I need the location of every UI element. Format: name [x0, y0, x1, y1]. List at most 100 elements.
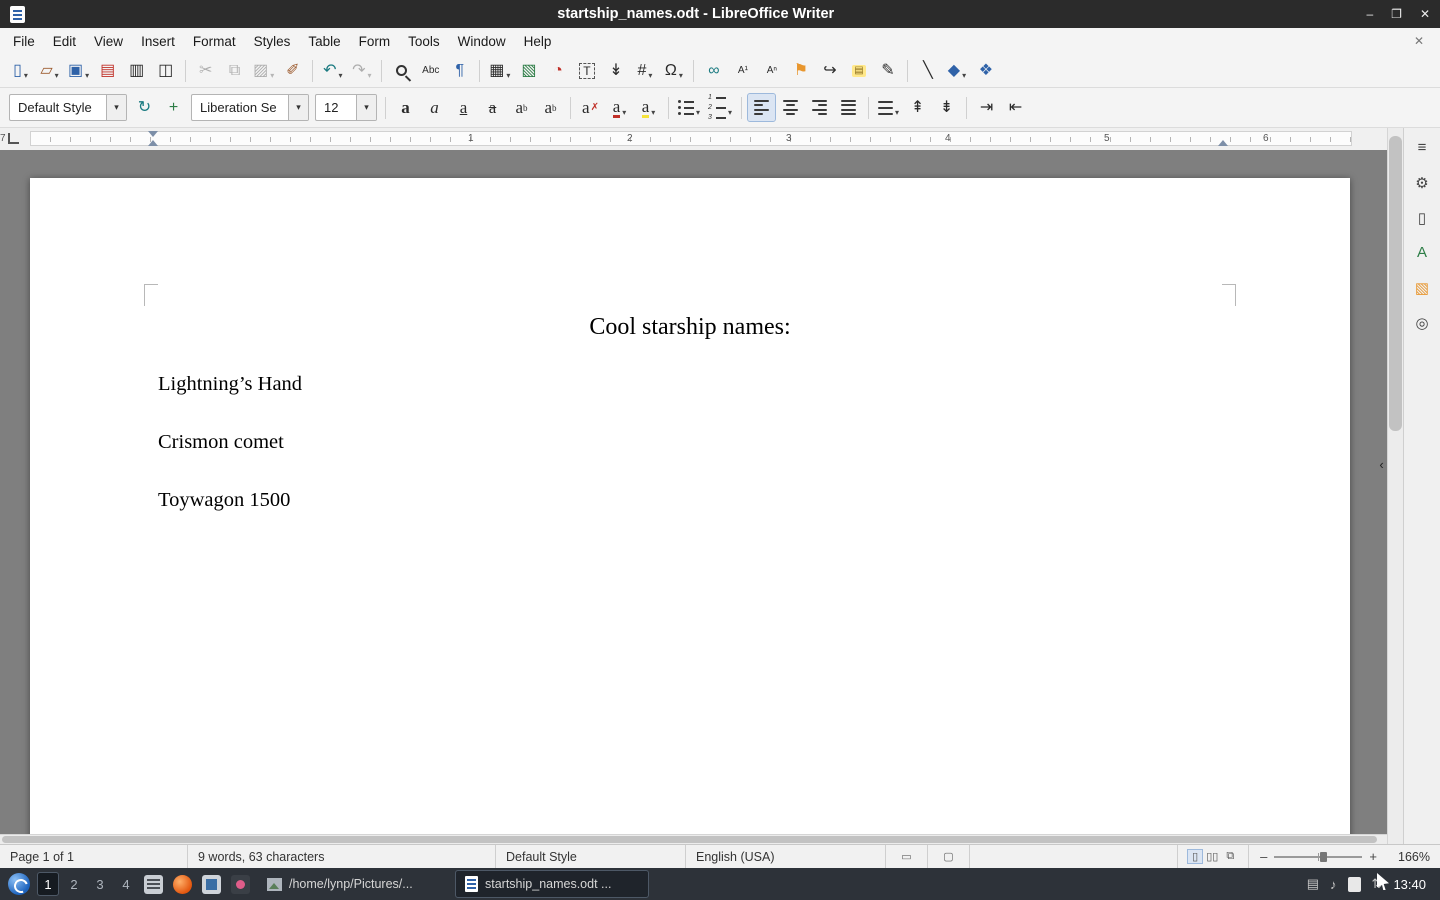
insert-cross-reference-button[interactable]: ↪	[816, 57, 843, 84]
chevron-down-icon[interactable]: ▾	[106, 95, 126, 120]
document-heading[interactable]: Cool starship names:	[158, 314, 1222, 341]
restore-button[interactable]: ❐	[1391, 7, 1402, 21]
document-page[interactable]: Cool starship names: Lightning’s Hand Cr…	[30, 178, 1350, 834]
workspace-3-button[interactable]: 3	[90, 873, 110, 895]
insert-endnote-button[interactable]: Aⁿ	[758, 57, 785, 84]
spelling-button[interactable]: Abc	[417, 57, 444, 84]
cut-button[interactable]: ✂	[192, 57, 219, 84]
status-word-count[interactable]: 9 words, 63 characters	[188, 845, 496, 868]
find-replace-button[interactable]	[388, 57, 415, 84]
menu-table[interactable]: Table	[299, 30, 349, 53]
zoom-slider-thumb[interactable]	[1320, 852, 1327, 862]
page-break-button[interactable]: ↡	[602, 57, 629, 84]
insert-hyperlink-button[interactable]: ∞	[700, 57, 727, 84]
clone-formatting-button[interactable]: ✐	[279, 57, 306, 84]
align-center-button[interactable]	[777, 94, 804, 121]
document-paragraph[interactable]: Lightning’s Hand	[158, 373, 1222, 396]
bold-button[interactable]: a	[392, 94, 419, 121]
insert-bookmark-button[interactable]: ⚑	[787, 57, 814, 84]
font-size-select[interactable]: 12 ▾	[315, 94, 377, 121]
zoom-in-button[interactable]: +	[1366, 849, 1380, 864]
vertical-scrollbar-thumb[interactable]	[1389, 136, 1402, 431]
export-pdf-button[interactable]: ▤	[94, 57, 121, 84]
font-color-button[interactable]: a▾	[606, 94, 633, 121]
formatting-marks-button[interactable]: ¶	[446, 57, 473, 84]
ruler-bar[interactable]	[30, 131, 1352, 146]
insert-table-button[interactable]: ▦▾	[486, 57, 513, 84]
new-document-button[interactable]: ▯▾	[7, 57, 34, 84]
volume-tray-icon[interactable]: ♪	[1330, 877, 1337, 892]
numbered-list-button[interactable]: ▾	[705, 94, 735, 121]
paste-button[interactable]: ▨▾	[250, 57, 277, 84]
align-justify-button[interactable]	[835, 94, 862, 121]
document-content[interactable]: Cool starship names: Lightning’s Hand Cr…	[30, 178, 1350, 512]
workspace-2-button[interactable]: 2	[64, 873, 84, 895]
clipboard-tray-icon[interactable]	[1348, 877, 1361, 892]
insert-comment-button[interactable]: ▤	[845, 57, 872, 84]
strikethrough-button[interactable]: a	[479, 94, 506, 121]
menu-styles[interactable]: Styles	[245, 30, 300, 53]
menu-edit[interactable]: Edit	[44, 30, 85, 53]
single-page-view-icon[interactable]: ▯	[1188, 850, 1202, 863]
notes-tray-icon[interactable]: ▤	[1307, 876, 1319, 892]
file-manager-launcher-icon[interactable]	[202, 875, 221, 894]
increase-indent-button[interactable]: ⇥	[973, 94, 1000, 121]
menu-window[interactable]: Window	[449, 30, 515, 53]
insert-chart-button[interactable]: ◔	[544, 57, 571, 84]
screenshot-launcher-icon[interactable]	[231, 875, 250, 894]
copy-button[interactable]: ⧉	[221, 57, 248, 84]
save-button[interactable]: ▣▾	[65, 57, 92, 84]
print-preview-button[interactable]: ◫	[152, 57, 179, 84]
sidebar-page-button[interactable]: ▯	[1408, 204, 1436, 231]
sidebar-gallery-button[interactable]: ▧	[1408, 274, 1436, 301]
right-indent-marker[interactable]	[1218, 140, 1228, 146]
zoom-out-button[interactable]: –	[1257, 849, 1270, 864]
vertical-scrollbar[interactable]	[1387, 128, 1403, 844]
insert-footnote-button[interactable]: A¹	[729, 57, 756, 84]
app-menu-icon[interactable]	[8, 873, 30, 895]
clear-formatting-button[interactable]: a✗	[577, 94, 604, 121]
chevron-down-icon[interactable]: ▾	[288, 95, 308, 120]
status-page-number[interactable]: Page 1 of 1	[0, 845, 188, 868]
highlight-color-button[interactable]: a▾	[635, 94, 662, 121]
close-button[interactable]: ✕	[1420, 7, 1430, 21]
terminal-launcher-icon[interactable]	[144, 875, 163, 894]
document-paragraph[interactable]: Crismon comet	[158, 431, 1222, 454]
update-style-button[interactable]: ↻	[131, 94, 158, 121]
horizontal-scrollbar-thumb[interactable]	[2, 836, 1377, 843]
superscript-button[interactable]: ab	[508, 94, 535, 121]
firefox-launcher-icon[interactable]	[173, 875, 192, 894]
sidebar-settings-button[interactable]: ≡	[1408, 134, 1436, 161]
taskbar-window-pictures[interactable]: /home/lynp/Pictures/...	[258, 871, 450, 897]
document-paragraph[interactable]: Toywagon 1500	[158, 489, 1222, 512]
taskbar-window-writer[interactable]: startship_names.odt ...	[456, 871, 648, 897]
subscript-button[interactable]: ab	[537, 94, 564, 121]
italic-button[interactable]: a	[421, 94, 448, 121]
menu-tools[interactable]: Tools	[399, 30, 449, 53]
sidebar-properties-button[interactable]: ⚙	[1408, 169, 1436, 196]
document-canvas[interactable]: Cool starship names: Lightning’s Hand Cr…	[0, 150, 1387, 834]
line-spacing-button[interactable]: ▾	[875, 94, 902, 121]
increase-paragraph-spacing-button[interactable]: ⇞	[904, 94, 931, 121]
insert-field-button[interactable]: #▾	[631, 57, 658, 84]
decrease-paragraph-spacing-button[interactable]: ⇟	[933, 94, 960, 121]
workspace-1-button[interactable]: 1	[38, 873, 58, 895]
menu-help[interactable]: Help	[515, 30, 561, 53]
show-draw-functions-button[interactable]: ❖	[972, 57, 999, 84]
status-selection-mode[interactable]: ▭	[886, 845, 928, 868]
horizontal-scrollbar[interactable]	[0, 834, 1387, 844]
redo-button[interactable]: ↷▾	[348, 57, 375, 84]
insert-textbox-button[interactable]: T	[573, 57, 600, 84]
sidebar-collapse-button[interactable]: ‹	[1376, 450, 1387, 478]
first-line-indent-marker[interactable]	[148, 131, 158, 137]
horizontal-ruler[interactable]: 1 2 3 4 5 6 7	[0, 128, 1387, 150]
status-page-style[interactable]: Default Style	[496, 845, 686, 868]
menu-view[interactable]: View	[85, 30, 132, 53]
font-name-select[interactable]: Liberation Se ▾	[191, 94, 309, 121]
menu-format[interactable]: Format	[184, 30, 245, 53]
decrease-indent-button[interactable]: ⇤	[1002, 94, 1029, 121]
zoom-slider[interactable]	[1274, 856, 1362, 858]
status-save-indicator[interactable]: ▢	[928, 845, 970, 868]
undo-button[interactable]: ↶▾	[319, 57, 346, 84]
menu-insert[interactable]: Insert	[132, 30, 184, 53]
